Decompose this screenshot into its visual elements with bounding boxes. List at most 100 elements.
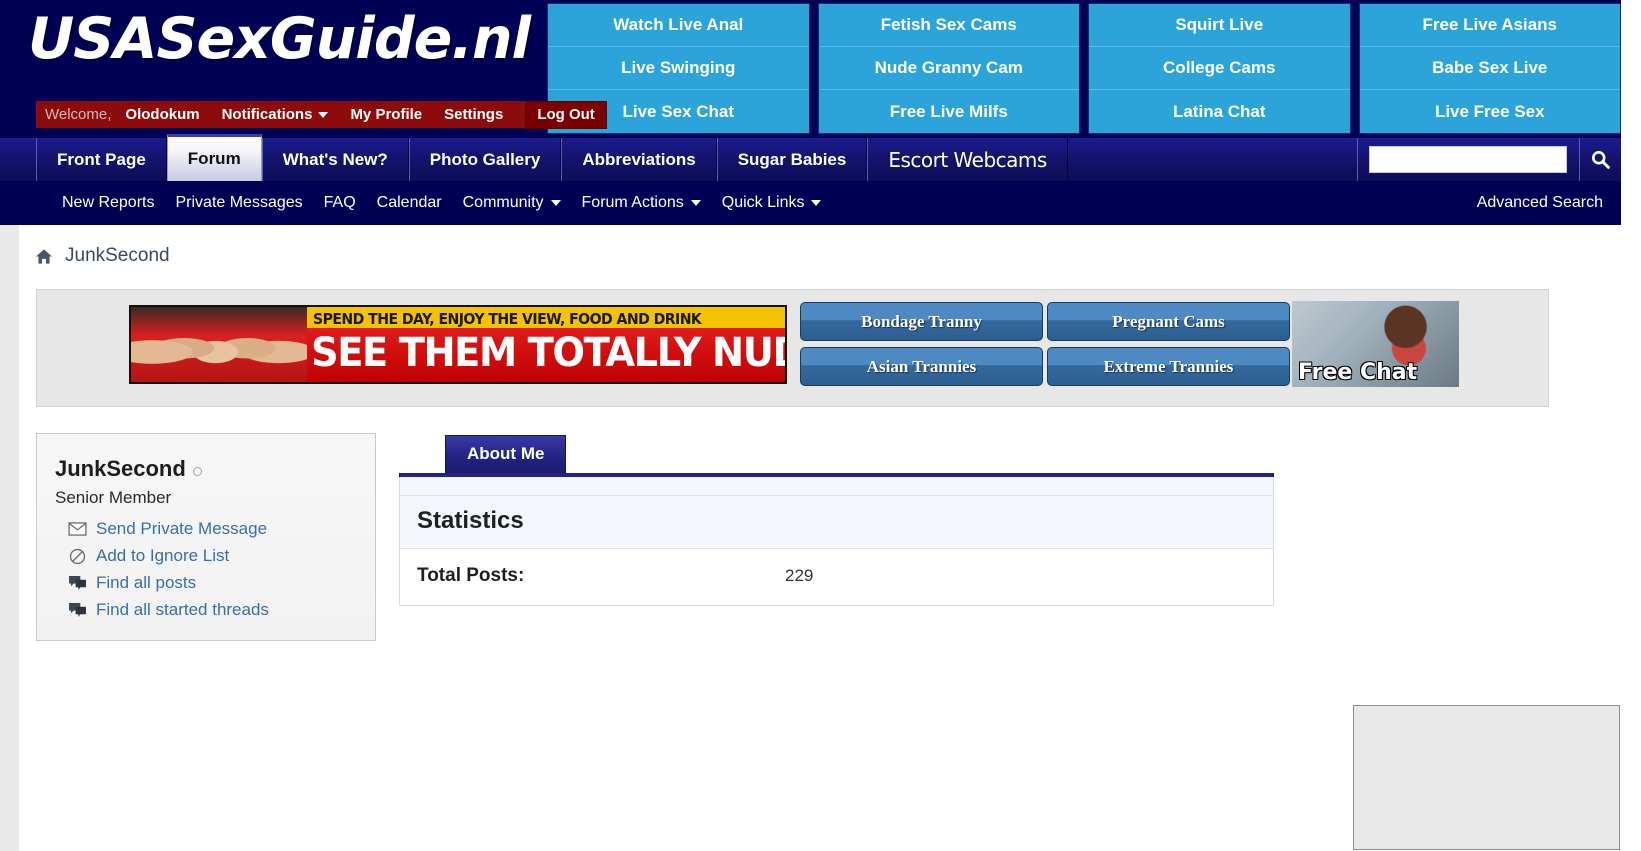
welcome-bar: Welcome, Olodokum Notifications My Profi… [36, 100, 607, 129]
ad-link[interactable]: Nude Granny Cam [818, 47, 1079, 90]
statistics-row: Total Posts: 229 [400, 549, 1273, 605]
ad-link[interactable]: Babe Sex Live [1359, 47, 1620, 90]
panel-top-spacer [400, 477, 1273, 496]
profile-username: JunkSecond [55, 456, 186, 481]
left-gutter [0, 225, 19, 851]
find-all-started-threads-label: Find all started threads [96, 600, 269, 619]
subnav-item-forum-actions[interactable]: Forum Actions [582, 194, 701, 212]
ad-link[interactable]: Squirt Live [1089, 4, 1350, 47]
tab-whats-new[interactable]: What's New? [261, 138, 409, 181]
sub-nav-items: New Reports Private Messages FAQ Calenda… [62, 181, 822, 225]
breadcrumb: JunkSecond [34, 245, 170, 267]
ad-link[interactable]: Live Swinging [548, 47, 809, 90]
subnav-community-label: Community [462, 194, 544, 211]
free-chat-thumbnail[interactable]: Free Chat [1292, 301, 1459, 387]
ad-button-extreme-trannies[interactable]: Extreme Trannies [1047, 347, 1290, 386]
user-action-links: Send Private Message Add to Ignore List [55, 519, 375, 620]
ad-link[interactable]: Watch Live Anal [548, 4, 809, 47]
site-logo[interactable]: USASexGuide.nl [28, 6, 531, 72]
subnav-item-faq[interactable]: FAQ [324, 194, 356, 212]
subnav-item-new-reports[interactable]: New Reports [62, 194, 154, 212]
subnav-item-calendar[interactable]: Calendar [377, 194, 442, 212]
member-title: Senior Member [55, 488, 172, 507]
total-posts-label: Total Posts: [417, 565, 525, 586]
subnav-forum-actions-label: Forum Actions [581, 194, 684, 211]
add-to-ignore-list-label: Add to Ignore List [96, 546, 230, 565]
search-button[interactable] [1579, 138, 1621, 181]
main-navbar: Front Page Forum What's New? Photo Galle… [0, 134, 1621, 181]
send-private-message-link[interactable]: Send Private Message [68, 519, 375, 539]
nav-tabs: Front Page Forum What's New? Photo Galle… [36, 134, 1068, 181]
tab-front-page[interactable]: Front Page [36, 138, 167, 181]
tab-escort-webcams[interactable]: Escort Webcams [867, 138, 1068, 181]
nude-banner-ad[interactable]: SPEND THE DAY, ENJOY THE VIEW, FOOD AND … [129, 305, 787, 384]
subnav-item-quick-links[interactable]: Quick Links [722, 194, 822, 212]
tab-about-me[interactable]: About Me [445, 435, 567, 473]
subnav-item-private-messages[interactable]: Private Messages [175, 194, 302, 212]
breadcrumb-current: JunkSecond [65, 245, 170, 266]
ad-column: Squirt Live College Cams Latina Chat [1088, 3, 1351, 134]
my-profile-link[interactable]: My Profile [350, 106, 422, 123]
ad-link[interactable]: College Cams [1089, 47, 1350, 90]
top-ad-grid: Watch Live Anal Live Swinging Live Sex C… [547, 3, 1621, 134]
banner-line-1: SPEND THE DAY, ENJOY THE VIEW, FOOD AND … [313, 310, 702, 328]
find-all-posts-label: Find all posts [96, 573, 197, 592]
ad-placeholder-box [1353, 705, 1620, 850]
block-icon [68, 548, 87, 564]
threads-icon [68, 602, 87, 618]
send-private-message-label: Send Private Message [96, 519, 268, 538]
subnav-item-community[interactable]: Community [463, 194, 561, 212]
ad-button-pregnant-cams[interactable]: Pregnant Cams [1047, 302, 1290, 341]
free-chat-label: Free Chat [1298, 360, 1418, 385]
advanced-search-link[interactable]: Advanced Search [1477, 181, 1603, 225]
user-info-card: JunkSecond Senior Member Send Private Me… [36, 433, 376, 641]
banner-line-2: SEE THEM TOTALLY NUDE [311, 330, 787, 376]
statistics-panel: Statistics Total Posts: 229 [399, 477, 1274, 606]
envelope-icon [68, 521, 87, 537]
notifications-label: Notifications [221, 106, 313, 123]
chevron-down-icon [690, 200, 701, 206]
ad-link[interactable]: Live Free Sex [1359, 90, 1620, 133]
ad-button-bondage-tranny[interactable]: Bondage Tranny [800, 302, 1043, 341]
welcome-username[interactable]: Olodokum [125, 106, 199, 123]
chevron-down-icon [811, 200, 822, 206]
find-all-started-threads-link[interactable]: Find all started threads [68, 600, 375, 620]
subnav-quick-links-label: Quick Links [721, 194, 805, 211]
search-icon [1592, 151, 1610, 169]
logout-button[interactable]: Log Out [525, 100, 607, 129]
notifications-menu[interactable]: Notifications [222, 106, 329, 123]
tab-photo-gallery[interactable]: Photo Gallery [408, 138, 562, 181]
ad-strip: SPEND THE DAY, ENJOY THE VIEW, FOOD AND … [36, 289, 1549, 407]
tab-forum[interactable]: Forum [166, 134, 262, 181]
statistics-heading: Statistics [400, 496, 1273, 549]
settings-link[interactable]: Settings [444, 106, 503, 123]
profile-username-row: JunkSecond [55, 456, 375, 482]
chevron-down-icon [550, 200, 561, 206]
offline-status-icon [192, 467, 202, 476]
add-to-ignore-list-link[interactable]: Add to Ignore List [68, 546, 375, 566]
total-posts-value: 229 [785, 566, 814, 585]
search-input[interactable] [1369, 146, 1567, 173]
welcome-greeting: Welcome, [45, 106, 112, 123]
home-icon[interactable] [34, 247, 54, 266]
search-area [1357, 138, 1621, 181]
chevron-down-icon [318, 111, 329, 118]
tab-sugar-babies[interactable]: Sugar Babies [716, 138, 868, 181]
page-root: USASexGuide.nl Welcome, Olodokum Notific… [0, 0, 1641, 851]
content-area: JunkSecond SPEND THE DAY, ENJOY THE VIEW… [19, 225, 1621, 851]
right-gutter [1621, 0, 1641, 851]
banner-image [131, 307, 307, 382]
sub-navbar: New Reports Private Messages FAQ Calenda… [0, 181, 1621, 225]
ad-link[interactable]: Fetish Sex Cams [818, 4, 1079, 47]
ad-column: Fetish Sex Cams Nude Granny Cam Free Liv… [817, 3, 1080, 134]
ad-link[interactable]: Free Live Milfs [818, 90, 1079, 133]
ad-link[interactable]: Latina Chat [1089, 90, 1350, 133]
ad-button-asian-trannies[interactable]: Asian Trannies [800, 347, 1043, 386]
ad-column: Free Live Asians Babe Sex Live Live Free… [1358, 3, 1621, 134]
ad-button-grid: Bondage Tranny Pregnant Cams Asian Trann… [800, 302, 1290, 386]
ad-link[interactable]: Free Live Asians [1359, 4, 1620, 47]
find-all-posts-link[interactable]: Find all posts [68, 573, 375, 593]
profile-tabstrip: About Me [399, 435, 1274, 482]
tab-abbreviations[interactable]: Abbreviations [561, 138, 717, 181]
posts-icon [68, 575, 87, 591]
